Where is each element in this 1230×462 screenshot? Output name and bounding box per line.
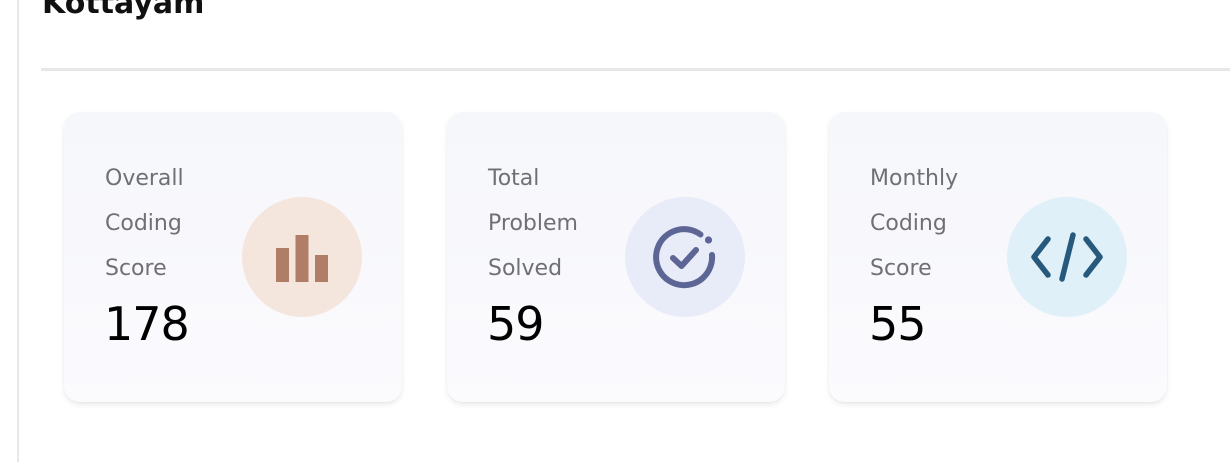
divider — [41, 68, 1230, 71]
stat-label: Overall Coding Score — [105, 166, 184, 281]
check-circle-icon — [653, 226, 716, 289]
stat-card-total-problem-solved: Total Problem Solved 59 — [447, 112, 785, 402]
stat-label: Monthly Coding Score — [870, 166, 959, 281]
page-title: Kottayam — [42, 0, 205, 21]
stat-value: 55 — [869, 297, 927, 351]
stat-icon-circle — [625, 197, 745, 317]
stat-card-monthly-coding-score: Monthly Coding Score 55 — [829, 112, 1167, 402]
stat-value: 178 — [104, 297, 190, 351]
bar-chart-icon — [276, 235, 328, 282]
left-border — [17, 0, 19, 462]
page: Kottayam Overall Coding Score 178 Total … — [0, 0, 1230, 462]
stat-label: Total Problem Solved — [488, 166, 578, 281]
code-icon — [1031, 232, 1103, 282]
stat-icon-circle — [242, 197, 362, 317]
stat-icon-circle — [1007, 197, 1127, 317]
stat-value: 59 — [487, 297, 545, 351]
stat-card-overall-coding-score: Overall Coding Score 178 — [64, 112, 402, 402]
